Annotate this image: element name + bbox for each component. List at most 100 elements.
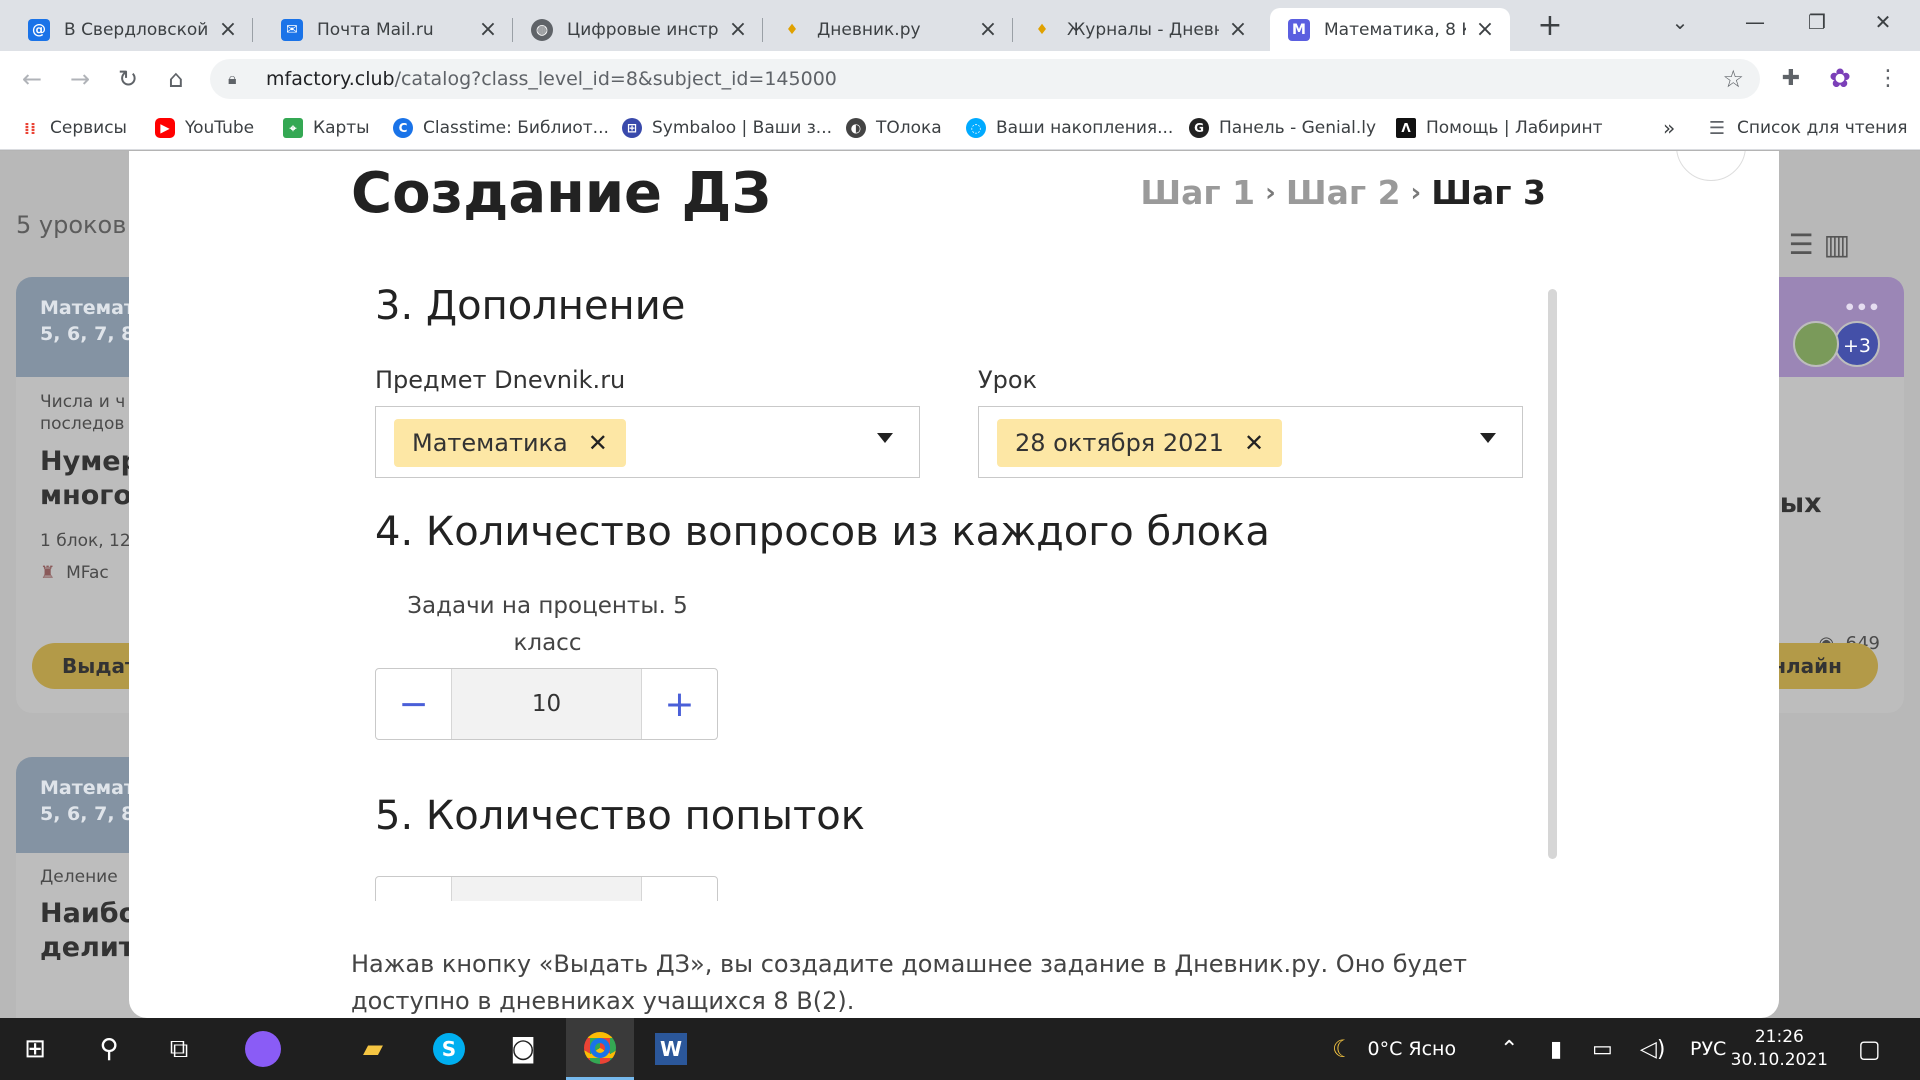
bookmark-item[interactable]: ◐ ТОлока xyxy=(846,116,942,140)
bookmark-item[interactable]: Λ Помощь | Лабиринт xyxy=(1396,116,1603,140)
bookmark-item[interactable]: C Classtime: Библиот... xyxy=(393,116,609,140)
bookmark-item[interactable]: ▶ YouTube xyxy=(155,116,254,140)
clock-date: 30.10.2021 xyxy=(1730,1050,1828,1070)
bookmark-item[interactable]: ⁞⁞ Сервисы xyxy=(20,116,127,140)
browser-tab-active[interactable]: M Математика, 8 Кла × xyxy=(1270,8,1510,51)
url-host: mfactory.club xyxy=(266,68,395,90)
chevron-up-icon[interactable]: ⌃ xyxy=(1500,1018,1518,1080)
form-scroll-area[interactable]: 3. Дополнение Предмет Dnevnik.ru Математ… xyxy=(351,276,1551,901)
mfactory-icon: M xyxy=(1288,18,1310,41)
bookmark-label: Панель - Genial.ly xyxy=(1219,118,1377,138)
bookmark-label: Сервисы xyxy=(50,118,127,138)
bookmark-item[interactable]: ⌖ Карты xyxy=(283,116,370,140)
system-clock[interactable]: 21:26 30.10.2021 xyxy=(1731,1026,1828,1072)
avatar xyxy=(1793,321,1839,367)
browser-tab[interactable]: ♦ Дневник.ру × xyxy=(763,8,1013,51)
moon-icon: ☾ xyxy=(1332,1035,1354,1063)
close-icon[interactable]: × xyxy=(217,17,239,42)
decrement-button[interactable]: − xyxy=(376,877,451,902)
author-icon: ♜ xyxy=(40,563,56,583)
bookmark-label: ТОлока xyxy=(876,118,942,138)
language-indicator[interactable]: РУС xyxy=(1690,1018,1726,1080)
forward-arrow-icon[interactable]: → xyxy=(62,61,98,97)
step-2[interactable]: Шаг 2 xyxy=(1286,173,1401,212)
collapse-chevron-icon[interactable]: ⌃ xyxy=(1676,151,1746,181)
scrollbar[interactable] xyxy=(1548,289,1557,859)
apps-icon: ⁞⁞ xyxy=(23,118,37,138)
notifications-icon[interactable]: ▢ xyxy=(1858,1018,1881,1080)
bookmark-star-icon[interactable]: ☆ xyxy=(1722,65,1744,93)
search-icon[interactable]: ⚲ xyxy=(78,1018,140,1080)
remove-chip-icon[interactable]: ✕ xyxy=(1244,429,1264,457)
battery-icon[interactable]: ▭ xyxy=(1592,1018,1613,1080)
browser-tab[interactable]: ◍ Цифровые инстру × xyxy=(513,8,763,51)
caret-down-icon[interactable] xyxy=(877,433,893,443)
increment-button[interactable]: + xyxy=(642,877,717,902)
info-note: Нажав кнопку «Выдать ДЗ», вы создадите д… xyxy=(351,950,1468,1015)
book-view-icon[interactable]: ▥ xyxy=(1824,228,1850,261)
windows-start-icon[interactable]: ⊞ xyxy=(4,1018,66,1080)
browser-tab[interactable]: @ В Свердловской об × xyxy=(10,8,253,51)
chrome-icon[interactable] xyxy=(566,1018,634,1080)
back-arrow-icon[interactable]: ← xyxy=(14,61,50,97)
subject-select[interactable]: Математика ✕ xyxy=(375,406,920,478)
bookmark-label: Помощь | Лабиринт xyxy=(1426,118,1603,138)
questions-value[interactable]: 10 xyxy=(451,669,642,739)
increment-button[interactable]: + xyxy=(642,669,717,739)
file-explorer-icon[interactable]: ▰ xyxy=(342,1018,404,1080)
restore-icon[interactable]: ❐ xyxy=(1787,0,1847,44)
url-path: /catalog?class_level_id=8&subject_id=145… xyxy=(394,68,837,90)
camera-icon[interactable]: ◙ xyxy=(492,1018,554,1080)
word-icon[interactable]: W xyxy=(640,1018,702,1080)
close-icon[interactable]: × xyxy=(477,17,499,42)
pen-icon[interactable]: ▮ xyxy=(1550,1018,1562,1080)
decrement-button[interactable]: − xyxy=(376,669,451,739)
extensions-puzzle-icon[interactable]: ✚ xyxy=(1773,61,1809,97)
address-bar[interactable]: 🔒︎ mfactory.club/catalog?class_level_id=… xyxy=(210,59,1760,99)
bookmark-item[interactable]: G Панель - Genial.ly xyxy=(1189,116,1376,140)
list-view-icon[interactable]: ☰ xyxy=(1788,228,1813,261)
caret-down-icon[interactable] xyxy=(1480,433,1496,443)
card-author-name: MFac xyxy=(66,563,109,583)
weather-widget[interactable]: ☾ 0°С Ясно xyxy=(1332,1018,1456,1080)
alice-assistant-icon[interactable] xyxy=(232,1018,294,1080)
tab-strip: @ В Свердловской об × ✉ Почта Mail.ru × … xyxy=(0,0,1920,51)
new-tab-button[interactable]: + xyxy=(1532,8,1568,44)
menu-kebab-icon[interactable]: ⋮ xyxy=(1870,61,1906,97)
reading-list-button[interactable]: ☰ Список для чтения xyxy=(1707,116,1908,140)
task-view-icon[interactable]: ⧉ xyxy=(148,1018,210,1080)
reading-list-label: Список для чтения xyxy=(1737,118,1908,138)
home-icon[interactable]: ⌂ xyxy=(158,61,194,97)
volume-icon[interactable]: ◁) xyxy=(1640,1018,1666,1080)
lock-icon: 🔒︎ xyxy=(228,69,237,88)
close-icon[interactable]: × xyxy=(1227,17,1249,42)
tab-title: Цифровые инстру xyxy=(567,19,719,40)
section-attempts-heading: 5. Количество попыток xyxy=(375,793,865,839)
lesson-select[interactable]: 28 октября 2021 ✕ xyxy=(978,406,1523,478)
homework-dialog: ⌃ Создание ДЗ Шаг 1 › Шаг 2 › Шаг 3 3. Д… xyxy=(129,151,1779,1018)
minimize-icon[interactable]: — xyxy=(1725,0,1785,44)
attempts-value[interactable] xyxy=(451,877,642,901)
remove-chip-icon[interactable]: ✕ xyxy=(588,429,608,457)
toloka-icon: ◐ xyxy=(846,118,866,138)
skype-icon[interactable]: S xyxy=(418,1018,480,1080)
bookmark-label: Classtime: Библиот... xyxy=(423,118,609,138)
window-close-icon[interactable]: ✕ xyxy=(1853,0,1913,44)
profile-avatar[interactable]: ✿ xyxy=(1822,61,1858,97)
bookmark-item[interactable]: ◌ Ваши накопления... xyxy=(966,116,1173,140)
more-bookmarks-button[interactable]: » xyxy=(1663,116,1675,140)
step-1[interactable]: Шаг 1 xyxy=(1140,173,1255,212)
browser-tab[interactable]: ✉ Почта Mail.ru × xyxy=(263,8,513,51)
tab-search-icon[interactable]: ⌄ xyxy=(1650,0,1710,44)
section-addition-heading: 3. Дополнение xyxy=(375,283,686,329)
reload-icon[interactable]: ↻ xyxy=(110,61,146,97)
plus-more-badge: +3 xyxy=(1834,321,1880,367)
bookmark-label: YouTube xyxy=(185,118,255,138)
close-icon[interactable]: × xyxy=(977,17,999,42)
bookmark-item[interactable]: ⊞ Symbaloo | Ваши з... xyxy=(622,116,832,140)
close-icon[interactable]: × xyxy=(1474,17,1496,42)
lesson-label: Урок xyxy=(978,366,1038,394)
globe-icon: ◍ xyxy=(531,18,553,41)
close-icon[interactable]: × xyxy=(727,17,749,42)
browser-tab[interactable]: ♦ Журналы - Дневни × xyxy=(1013,8,1263,51)
